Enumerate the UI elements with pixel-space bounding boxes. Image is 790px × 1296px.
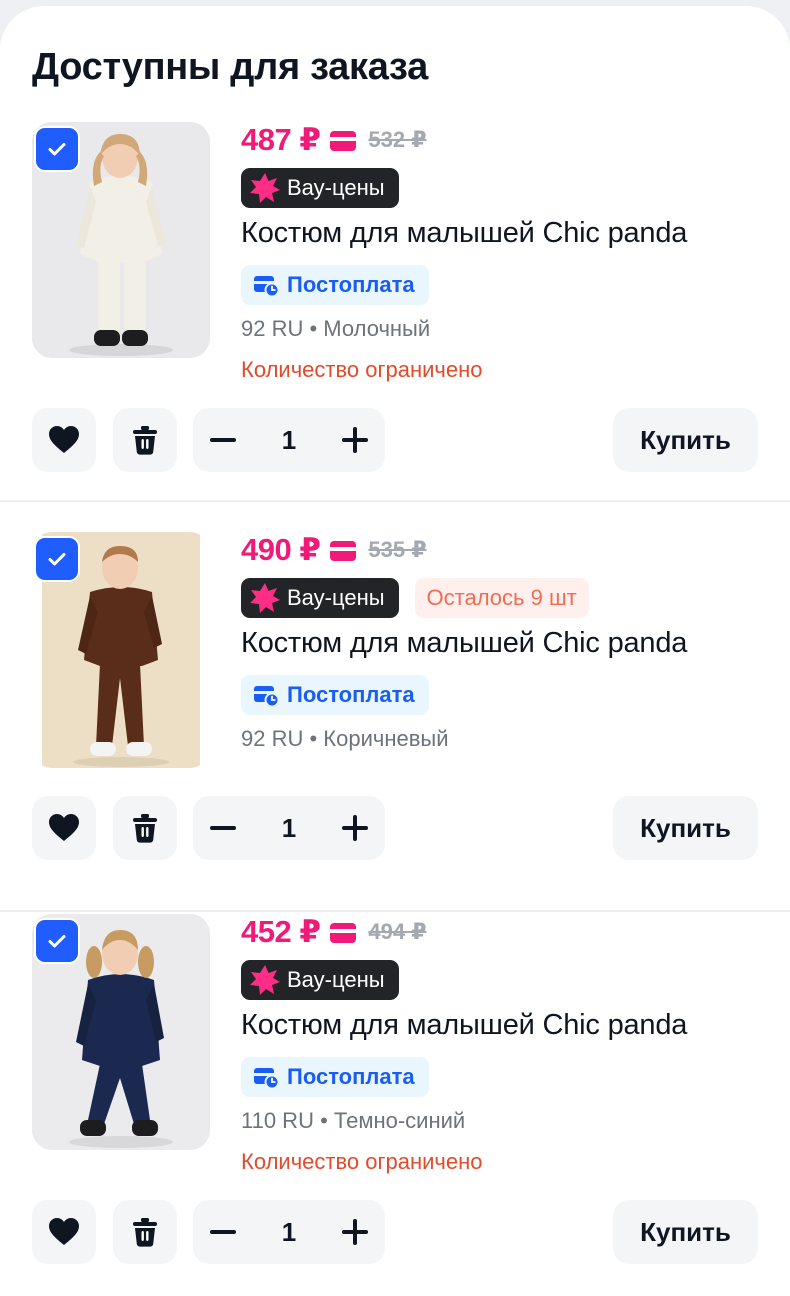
favorite-button[interactable] (32, 1200, 96, 1264)
minus-icon[interactable] (209, 426, 237, 454)
heart-icon (49, 1218, 79, 1245)
pink-splash-icon (250, 583, 280, 613)
postpay-badge: Постоплата (241, 265, 429, 305)
variant-info: 92 RU • Коричневый (241, 726, 449, 751)
postpay-label: Постоплата (287, 1064, 415, 1089)
quantity-value: 1 (281, 812, 297, 843)
minus-icon[interactable] (209, 814, 237, 842)
product-item: 490 ₽ 535 ₽ Вау-цены Осталось 9 шт Костю… (0, 528, 790, 912)
wow-price-label: Вау-цены (287, 967, 385, 992)
card-icon (330, 541, 357, 561)
old-price: 494 ₽ (368, 919, 427, 944)
buy-button[interactable]: Купить (613, 408, 758, 472)
old-price: 532 ₽ (368, 127, 427, 152)
limited-stock-text: Количество ограничено (241, 357, 483, 382)
stock-left-badge: Осталось 9 шт (414, 578, 589, 618)
delete-button[interactable] (113, 408, 177, 472)
wallet-clock-icon (254, 276, 279, 297)
limited-stock-text: Количество ограничено (241, 1149, 483, 1174)
select-checkbox[interactable] (36, 538, 78, 580)
delete-button[interactable] (113, 1200, 177, 1264)
quantity-stepper: 1 (193, 408, 385, 472)
section-title: Доступны для заказа (32, 46, 428, 88)
trash-icon (133, 1218, 157, 1247)
plus-icon[interactable] (341, 426, 369, 454)
product-item: 452 ₽ 494 ₽ Вау-цены Костюм для малышей … (0, 910, 790, 1292)
pink-splash-icon (250, 173, 280, 203)
heart-icon (49, 426, 79, 453)
product-title[interactable]: Костюм для малышей Chic panda (241, 217, 687, 250)
badges: Вау-цены Осталось 9 шт (241, 578, 589, 618)
trash-icon (133, 426, 157, 455)
postpay-label: Постоплата (287, 682, 415, 707)
plus-icon[interactable] (341, 1218, 369, 1246)
buy-button[interactable]: Купить (613, 796, 758, 860)
wow-price-badge: Вау-цены (241, 578, 399, 618)
product-title[interactable]: Костюм для малышей Chic panda (241, 1009, 687, 1042)
price-row: 490 ₽ 535 ₽ (241, 530, 427, 570)
favorite-button[interactable] (32, 796, 96, 860)
check-icon (48, 553, 66, 566)
favorite-button[interactable] (32, 408, 96, 472)
select-checkbox[interactable] (36, 920, 78, 962)
wow-price-badge: Вау-цены (241, 168, 399, 208)
quantity-value: 1 (281, 424, 297, 455)
check-icon (48, 143, 66, 156)
price-row: 452 ₽ 494 ₽ (241, 912, 427, 952)
old-price: 535 ₽ (368, 537, 427, 562)
plus-icon[interactable] (341, 814, 369, 842)
wow-price-label: Вау-цены (287, 175, 385, 200)
wallet-clock-icon (254, 1068, 279, 1089)
price: 452 ₽ (241, 914, 321, 949)
wow-price-label: Вау-цены (287, 585, 385, 610)
quantity-value: 1 (281, 1216, 297, 1247)
variant-info: 110 RU • Темно-синий (241, 1108, 466, 1133)
product-title[interactable]: Костюм для малышей Chic panda (241, 627, 687, 660)
postpay-label: Постоплата (287, 272, 415, 297)
wow-price-badge: Вау-цены (241, 960, 399, 1000)
price-row: 487 ₽ 532 ₽ (241, 120, 427, 160)
badges: Вау-цены (241, 168, 399, 208)
quantity-stepper: 1 (193, 796, 385, 860)
check-icon (48, 935, 66, 948)
minus-icon[interactable] (209, 1218, 237, 1246)
wallet-clock-icon (254, 686, 279, 707)
cart-card: Доступны для заказа 487 ₽ 532 ₽ Вау-цены… (0, 6, 790, 1296)
price: 490 ₽ (241, 532, 321, 567)
select-checkbox[interactable] (36, 128, 78, 170)
pink-splash-icon (250, 965, 280, 995)
price: 487 ₽ (241, 122, 321, 157)
postpay-badge: Постоплата (241, 675, 429, 715)
buy-button[interactable]: Купить (613, 1200, 758, 1264)
trash-icon (133, 814, 157, 843)
product-item: 487 ₽ 532 ₽ Вау-цены Костюм для малышей … (0, 118, 790, 502)
quantity-stepper: 1 (193, 1200, 385, 1264)
card-icon (330, 923, 357, 943)
card-icon (330, 131, 357, 151)
postpay-badge: Постоплата (241, 1057, 429, 1097)
delete-button[interactable] (113, 796, 177, 860)
badges: Вау-цены (241, 960, 399, 1000)
variant-info: 92 RU • Молочный (241, 316, 431, 341)
heart-icon (49, 814, 79, 841)
